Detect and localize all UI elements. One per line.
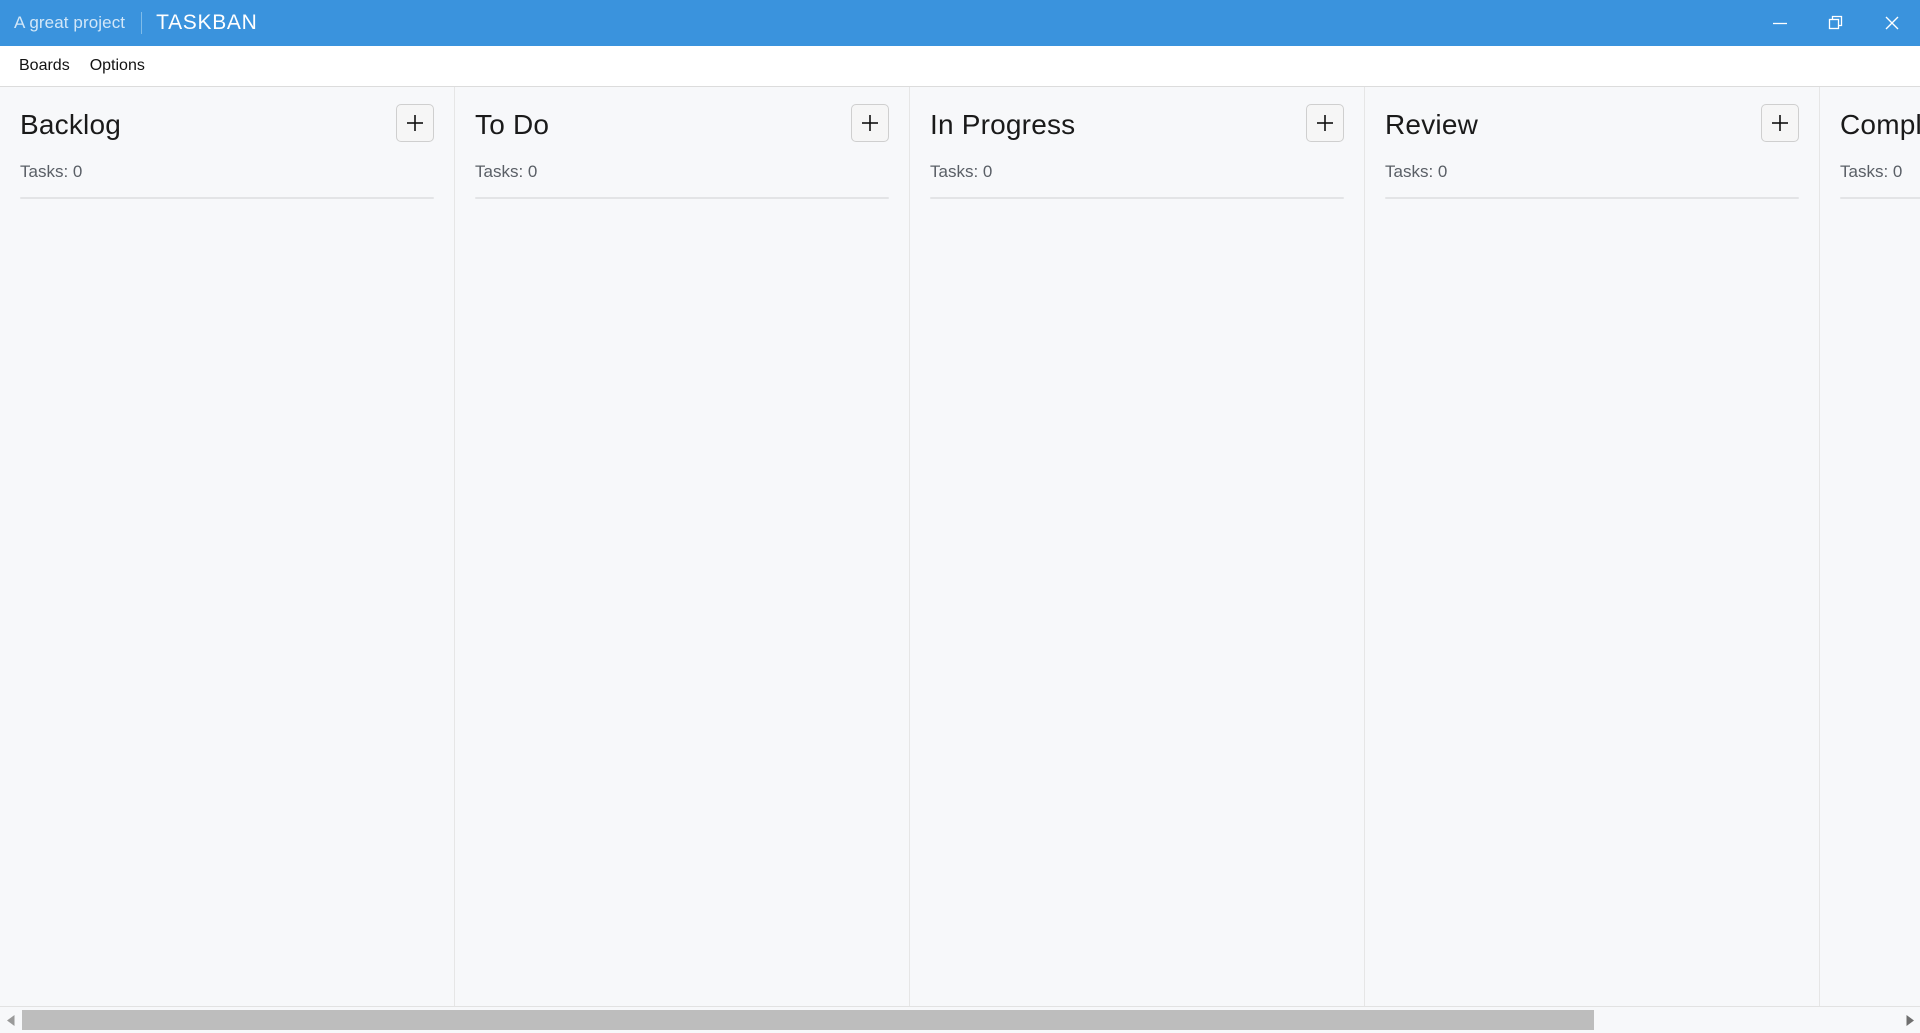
- plus-icon: [404, 112, 426, 134]
- column-title: Review: [1385, 109, 1479, 140]
- column-task-count: Tasks: 0: [1840, 162, 1903, 181]
- menu-bar: Boards Options: [0, 46, 1920, 87]
- board-columns-track: Backlog Tasks: 0 To Do Tasks: 0 In Progr…: [0, 87, 1920, 1006]
- minimize-button[interactable]: [1752, 0, 1808, 46]
- menu-item-boards-label: Boards: [19, 57, 70, 74]
- menu-item-options[interactable]: Options: [80, 53, 155, 79]
- column-header: To Do: [475, 87, 889, 142]
- column-title: In Progress: [930, 109, 1076, 140]
- app-title-label: TASKBAN: [156, 11, 258, 34]
- add-task-button[interactable]: [851, 104, 889, 142]
- column-task-count: Tasks: 0: [930, 162, 993, 181]
- scroll-thumb[interactable]: [22, 1010, 1594, 1030]
- menu-item-boards[interactable]: Boards: [9, 53, 80, 79]
- column-task-list[interactable]: [475, 199, 889, 1006]
- taskban-window: A great project TASKBAN Boards Options B…: [0, 0, 1920, 1033]
- title-bar-branding: A great project TASKBAN: [0, 0, 258, 46]
- title-bar: A great project TASKBAN: [0, 0, 1920, 46]
- column-title: To Do: [475, 109, 550, 140]
- close-button[interactable]: [1864, 0, 1920, 46]
- column-task-list[interactable]: [20, 199, 434, 1006]
- horizontal-scrollbar[interactable]: [0, 1006, 1920, 1033]
- column-task-list[interactable]: [1840, 199, 1920, 1006]
- restore-icon: [1827, 14, 1845, 32]
- triangle-right-icon: [1904, 1014, 1915, 1027]
- column-title: Completed: [1840, 109, 1920, 140]
- column-header: In Progress: [930, 87, 1344, 142]
- window-controls: [1752, 0, 1920, 46]
- scroll-left-button[interactable]: [0, 1007, 22, 1033]
- plus-icon: [1769, 112, 1791, 134]
- add-task-button[interactable]: [396, 104, 434, 142]
- column-task-count: Tasks: 0: [475, 162, 538, 181]
- column-task-list[interactable]: [1385, 199, 1799, 1006]
- column-header: Backlog: [20, 87, 434, 142]
- column-title: Backlog: [20, 109, 122, 140]
- board-column-to-do: To Do Tasks: 0: [455, 87, 910, 1006]
- triangle-left-icon: [6, 1014, 17, 1027]
- plus-icon: [1314, 112, 1336, 134]
- column-task-list[interactable]: [930, 199, 1344, 1006]
- scroll-track[interactable]: [22, 1007, 1898, 1033]
- column-header: Completed: [1840, 87, 1920, 141]
- column-header: Review: [1385, 87, 1799, 142]
- add-task-button[interactable]: [1306, 104, 1344, 142]
- minimize-icon: [1771, 14, 1789, 32]
- board-column-in-progress: In Progress Tasks: 0: [910, 87, 1365, 1006]
- add-task-button[interactable]: [1761, 104, 1799, 142]
- board-column-review: Review Tasks: 0: [1365, 87, 1820, 1006]
- close-icon: [1883, 14, 1901, 32]
- restore-button[interactable]: [1808, 0, 1864, 46]
- board-area: Backlog Tasks: 0 To Do Tasks: 0 In Progr…: [0, 87, 1920, 1006]
- column-task-count: Tasks: 0: [20, 162, 83, 181]
- board-column-backlog: Backlog Tasks: 0: [0, 87, 455, 1006]
- project-name-label: A great project: [14, 13, 126, 32]
- plus-icon: [859, 112, 881, 134]
- column-task-count: Tasks: 0: [1385, 162, 1448, 181]
- title-divider: [141, 12, 143, 34]
- scroll-right-button[interactable]: [1898, 1007, 1920, 1033]
- menu-item-options-label: Options: [89, 57, 145, 74]
- board-column-completed: Completed Tasks: 0: [1820, 87, 1920, 1006]
